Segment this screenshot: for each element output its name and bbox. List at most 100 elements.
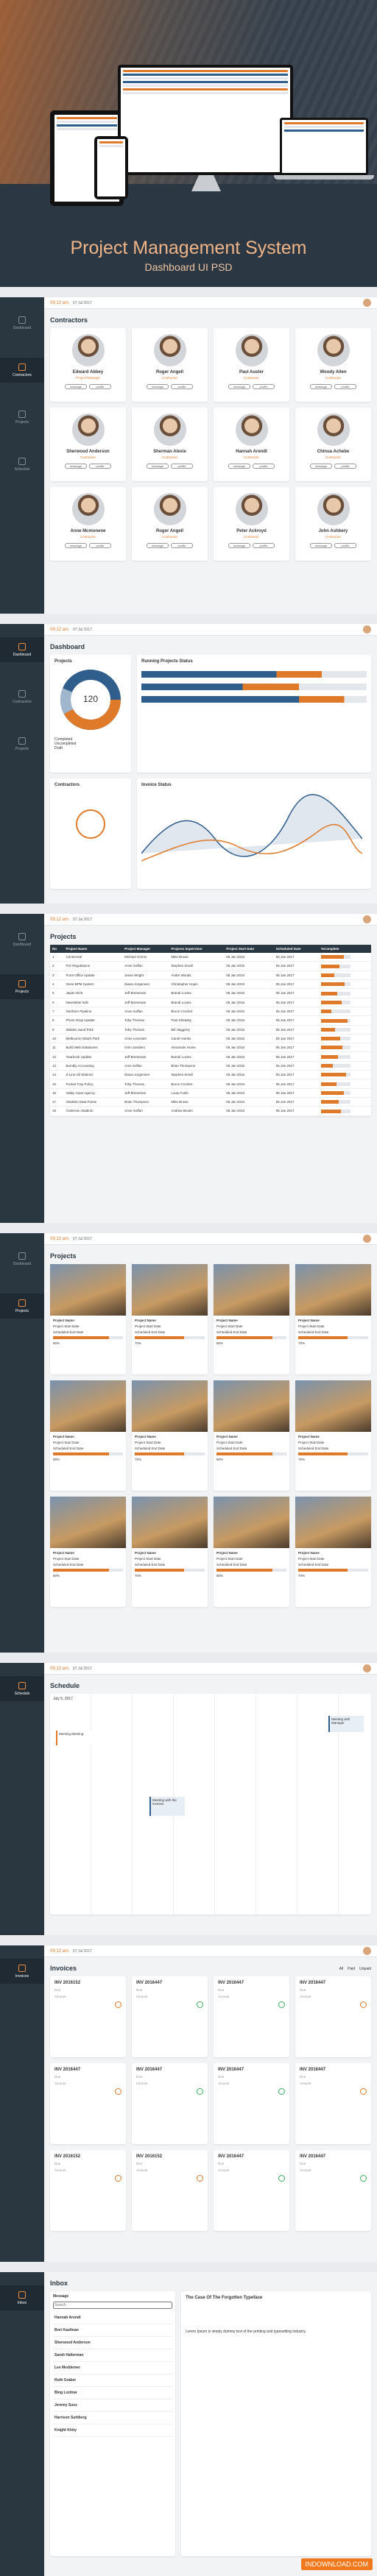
table-row[interactable]: 3 Front Office Update Jesse Wright Andre Wo… (50, 971, 371, 980)
message-button[interactable]: message (65, 384, 87, 389)
table-row[interactable]: 10 Melbourne Watch Park Anne Leicester Caro… (50, 1034, 371, 1044)
message-item[interactable]: Ruth Graber (53, 2374, 172, 2387)
table-row[interactable]: 4 Gene BPM System Diana Jorgensen Christoph… (50, 979, 371, 990)
message-item[interactable]: Lee Meddemer (53, 2362, 172, 2374)
invoice-card[interactable]: INV 2016447 Due Amount (50, 2063, 126, 2144)
sidebar-item-schedule[interactable]: Schedule (0, 452, 44, 477)
avatar[interactable] (363, 1947, 371, 1955)
event-item[interactable]: Meeting with the investor (149, 1797, 185, 1816)
message-item[interactable]: Knight Kirby (53, 2424, 172, 2437)
message-button[interactable]: message (147, 543, 169, 548)
invoice-card[interactable]: INV 2016152 Due Amount (50, 1976, 126, 2057)
project-card[interactable]: Project Name Project Start Date Schedule… (132, 1264, 208, 1374)
invoice-card[interactable]: INV 2016447 Due Amount (295, 1976, 371, 2057)
invoice-card[interactable]: INV 2016447 Due Amount (214, 2063, 289, 2144)
message-button[interactable]: message (310, 464, 332, 469)
avatar[interactable] (363, 299, 371, 307)
project-card[interactable]: Project Name Project Start Date Schedule… (295, 1380, 371, 1491)
avatar[interactable] (363, 1235, 371, 1243)
sidebar-item-projects[interactable]: Projects (0, 974, 44, 999)
invoice-card[interactable]: INV 2016152 Due Amount (132, 2150, 208, 2231)
invoice-card[interactable]: INV 2016447 Due Amount (295, 2063, 371, 2144)
message-button[interactable]: message (65, 464, 87, 469)
project-card[interactable]: Project Name Project Start Date Schedule… (214, 1380, 289, 1491)
message-button[interactable]: message (228, 543, 250, 548)
project-card[interactable]: Project Name Project Start Date Schedule… (295, 1497, 371, 1607)
table-row[interactable]: 7 Northern Pipeline Anne Soffan Bruce Croch… (50, 1007, 371, 1017)
message-button[interactable]: message (65, 543, 87, 548)
sidebar-item-projects[interactable]: Projects (0, 405, 44, 430)
message-item[interactable]: Jeremy Suss (53, 2399, 172, 2412)
project-card[interactable]: Project Name Project Start Date Schedule… (50, 1264, 126, 1374)
message-item[interactable]: Harrison Suhlberg (53, 2412, 172, 2424)
filter-all[interactable]: All (339, 1967, 344, 1971)
avatar[interactable] (363, 625, 371, 634)
project-card[interactable]: Project Name Project Start Date Schedule… (132, 1497, 208, 1607)
invoice-card[interactable]: INV 2016447 Due Amount (132, 1976, 208, 2057)
sidebar-item-invoices[interactable]: Invoices (0, 1959, 44, 1984)
profile-button[interactable]: profile (253, 384, 275, 389)
event-item[interactable]: Meeting Meeting (56, 1731, 91, 1745)
sidebar-item-projects[interactable]: Projects (0, 731, 44, 756)
sidebar-item-dashboard[interactable]: Dashboard (0, 311, 44, 336)
project-card[interactable]: Project Name Project Start Date Schedule… (214, 1497, 289, 1607)
message-button[interactable]: message (310, 384, 332, 389)
profile-button[interactable]: profile (89, 464, 111, 469)
table-row[interactable]: 8 Photo Shop Update Toby Thomas Paul Sheasb… (50, 1015, 371, 1026)
table-row[interactable]: 17 Gladden Data Points Brian Thompson Mike … (50, 1097, 371, 1107)
message-button[interactable]: message (228, 464, 250, 469)
table-row[interactable]: 1 Centennial Michael Grimm Mike Brown 05 Jan… (50, 953, 371, 962)
sidebar-item-contractors[interactable]: Contractors (0, 684, 44, 709)
profile-button[interactable]: profile (334, 464, 356, 469)
table-row[interactable]: 12 Yearbook Update Jeff Breneman Brandi Lov… (50, 1051, 371, 1062)
filter-unpaid[interactable]: Unpaid (359, 1967, 371, 1971)
project-card[interactable]: Project Name Project Start Date Schedule… (295, 1264, 371, 1374)
profile-button[interactable]: profile (89, 543, 111, 548)
table-row[interactable]: 14 Z-Line Oil Stations Diana Jorgensen Step… (50, 1070, 371, 1080)
table-row[interactable]: 6 Newsletter Edit Jeff Breneman Brandi Lovi… (50, 998, 371, 1007)
table-row[interactable]: 15 Pocket Tray Policy Toby Thomas Bruce Cro… (50, 1079, 371, 1089)
profile-button[interactable]: profile (334, 384, 356, 389)
profile-button[interactable]: profile (171, 464, 193, 469)
table-row[interactable]: 9 Walden Sand Park Toby Thomas Bill Haggert… (50, 1025, 371, 1035)
message-button[interactable]: message (147, 464, 169, 469)
message-item[interactable]: Sarah Hallerman (53, 2349, 172, 2362)
message-button[interactable]: message (228, 384, 250, 389)
table-row[interactable]: 11 Build Web Databases Grim Sanders Alexand… (50, 1043, 371, 1053)
profile-button[interactable]: profile (334, 543, 356, 548)
event-item[interactable]: Meeting with Manager (328, 1716, 364, 1732)
message-button[interactable]: message (147, 384, 169, 389)
invoice-card[interactable]: INV 2016152 Due Amount (50, 2150, 126, 2231)
project-card[interactable]: Project Name Project Start Date Schedule… (214, 1264, 289, 1374)
search-input[interactable] (53, 2302, 172, 2309)
sidebar-item-inbox[interactable]: Inbox (0, 2285, 44, 2310)
sidebar-item-dashboard[interactable]: Dashboard (0, 637, 44, 662)
avatar[interactable] (363, 915, 371, 923)
sidebar-item-projects[interactable]: Projects (0, 1294, 44, 1319)
invoice-card[interactable]: INV 2016447 Due Amount (214, 1976, 289, 2057)
invoice-card[interactable]: INV 2016447 Due Amount (295, 2150, 371, 2231)
profile-button[interactable]: profile (253, 543, 275, 548)
filter-paid[interactable]: Paid (348, 1967, 355, 1971)
sidebar-item-schedule[interactable]: Schedule (0, 1676, 44, 1701)
profile-button[interactable]: profile (171, 543, 193, 548)
profile-button[interactable]: profile (89, 384, 111, 389)
table-row[interactable]: 5 Japan NCE Jeff Breneman Brandi Lovins 05 J… (50, 988, 371, 998)
table-row[interactable]: 18 Anderson Stadium Anne Soffan Andrew Brow… (50, 1106, 371, 1116)
avatar[interactable] (363, 1664, 371, 1672)
table-row[interactable]: 16 Valley Case Agency Jeff Breneman Louis F… (50, 1088, 371, 1099)
sidebar-item-dashboard[interactable]: Dashboard (0, 1246, 44, 1271)
sidebar-item-contractors[interactable]: Contractors (0, 358, 44, 383)
project-card[interactable]: Project Name Project Start Date Schedule… (50, 1380, 126, 1491)
project-card[interactable]: Project Name Project Start Date Schedule… (50, 1497, 126, 1607)
message-item[interactable]: Bret Kaufman (53, 2324, 172, 2337)
sidebar-item-dashboard[interactable]: Dashboard (0, 927, 44, 952)
profile-button[interactable]: profile (171, 384, 193, 389)
invoice-card[interactable]: INV 2016447 Due Amount (132, 2063, 208, 2144)
profile-button[interactable]: profile (253, 464, 275, 469)
message-item[interactable]: Sherwood Anderson (53, 2337, 172, 2349)
message-item[interactable]: Bing Lordow (53, 2387, 172, 2399)
project-card[interactable]: Project Name Project Start Date Schedule… (132, 1380, 208, 1491)
table-row[interactable]: 13 Bumbly Accounting Arne Soffan Brian Thom… (50, 1061, 371, 1071)
table-row[interactable]: 2 FIG Regulations Anne Soffan Stephen Small… (50, 961, 371, 971)
